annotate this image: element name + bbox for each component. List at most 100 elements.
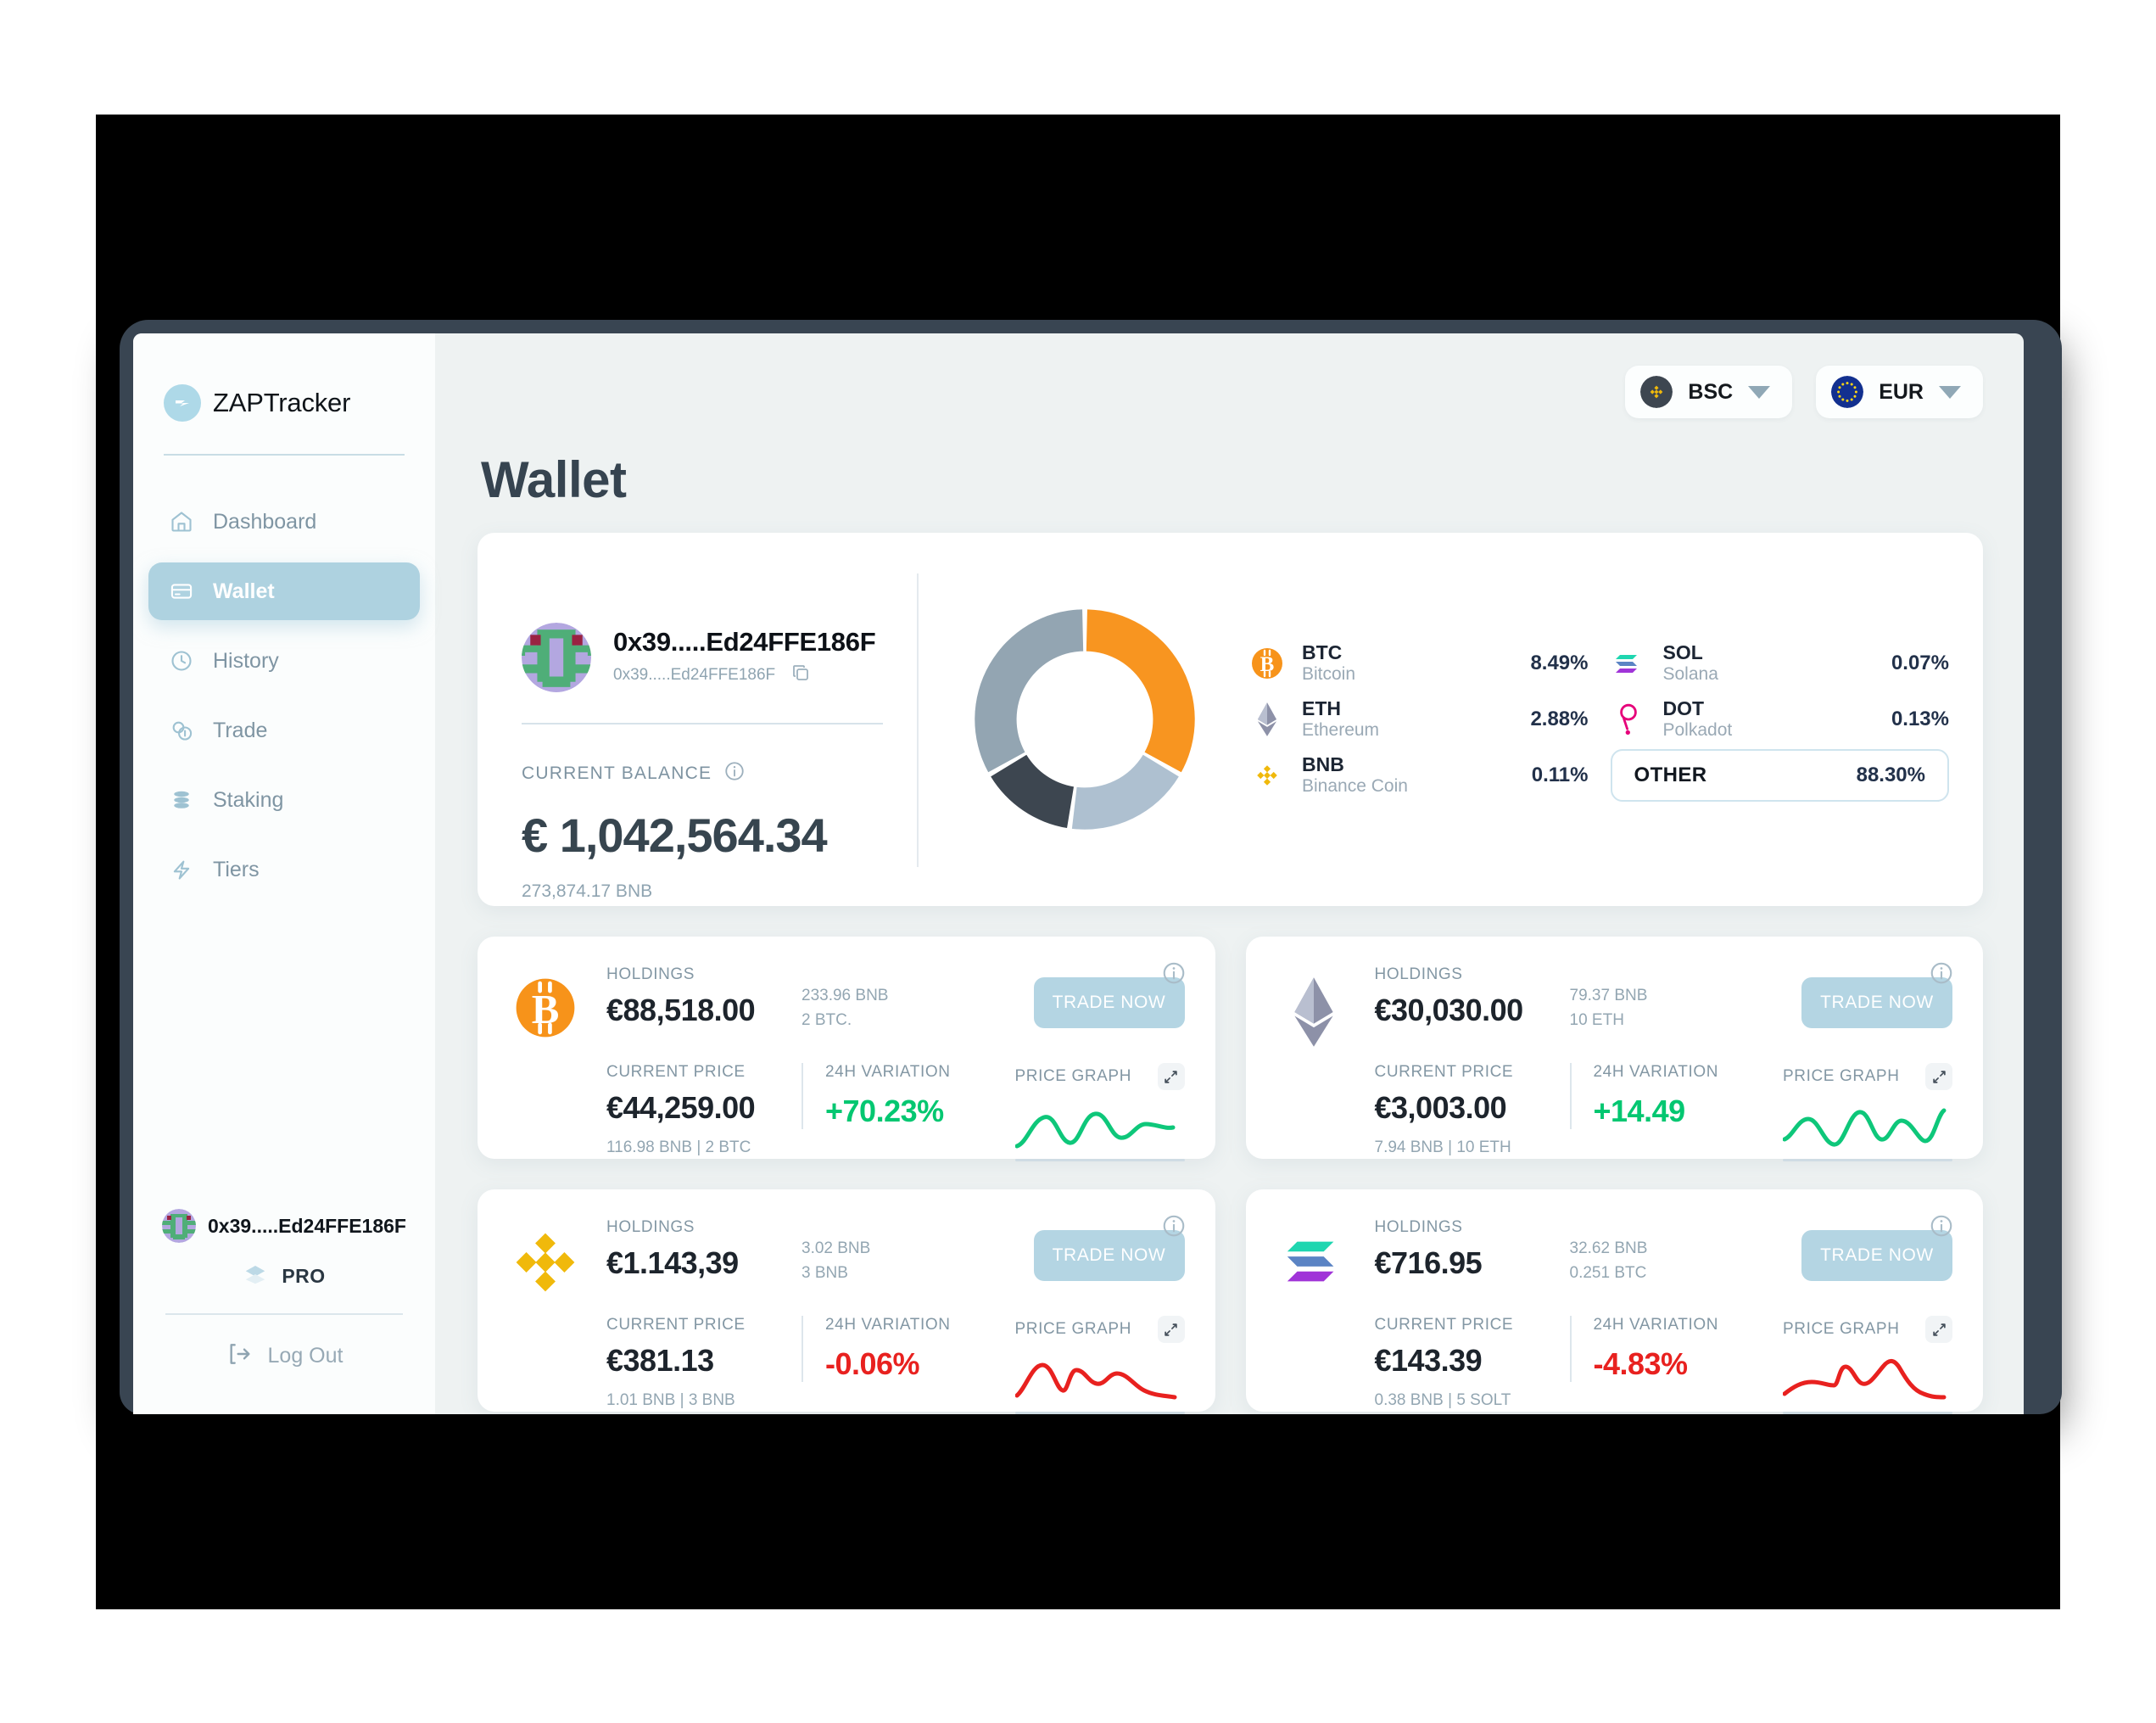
info-circle-icon[interactable] xyxy=(1161,1213,1187,1243)
price-graph-block: PRICE GRAPH xyxy=(1782,1316,1952,1414)
solana-icon xyxy=(1611,646,1646,681)
sparkline-chart xyxy=(1014,1111,1175,1149)
brand: ZAPTracker xyxy=(133,333,435,428)
asset-card-sol[interactable]: HOLDINGS €716.95 32.62 BNB 0.251 BTC TRA… xyxy=(1245,1189,1983,1414)
info-circle-icon[interactable] xyxy=(1929,960,1954,990)
sidebar-item-history[interactable]: History xyxy=(148,632,420,690)
sidebar-item-label: Wallet xyxy=(213,579,275,603)
expand-arrows-icon[interactable] xyxy=(1157,1063,1185,1090)
other-percent: 88.30% xyxy=(1856,764,1925,786)
brand-name: ZAPTracker xyxy=(213,388,351,417)
svg-text:B: B xyxy=(532,986,560,1032)
donut-slice[interactable] xyxy=(991,754,1075,829)
topbar: BSC EUR xyxy=(478,333,1983,418)
holdings-unit-secondary: 3 BNB xyxy=(802,1263,848,1282)
asset-card-bnb[interactable]: HOLDINGS €1.143,39 3.02 BNB 3 BNB TRADE … xyxy=(478,1189,1215,1414)
polkadot-icon xyxy=(1611,702,1646,737)
price-graph-header: PRICE GRAPH xyxy=(1783,1316,1952,1343)
asset-card-eth[interactable]: HOLDINGS €30,030.00 79.37 BNB 10 ETH TRA… xyxy=(1245,937,1983,1161)
holdings-unit-primary: 32.62 BNB xyxy=(1569,1239,1648,1257)
price-value: €143.39 xyxy=(1374,1343,1483,1378)
holdings-block: HOLDINGS €1.143,39 xyxy=(606,1218,802,1281)
variation-block: 24H VARIATION +14.49 xyxy=(1569,1063,1731,1129)
screenshot-stage: ZAPTracker Dashboard Wallet History Trad… xyxy=(0,0,2156,1723)
legend-item-other[interactable]: OTHER 88.30% xyxy=(1610,749,1949,802)
legend-text: BTC Bitcoin xyxy=(1302,641,1429,686)
currency-selector[interactable]: EUR xyxy=(1816,366,1983,418)
asset-body: HOLDINGS €30,030.00 79.37 BNB 10 ETH TRA… xyxy=(1349,965,1952,1161)
legend-name: Bitcoin xyxy=(1302,664,1356,685)
sidebar-item-wallet[interactable]: Wallet xyxy=(148,562,420,620)
sparkline-baseline xyxy=(1014,1412,1185,1414)
legend-item-bnb[interactable]: BNB Binance Coin 0.11% xyxy=(1249,753,1589,798)
price-subvalue: 7.94 BNB | 10 ETH xyxy=(1374,1138,1511,1156)
eu-flag-icon xyxy=(1831,376,1864,408)
asset-card-btc[interactable]: B HOLDINGS €88,518.00 233.96 BNB 2 BTC. … xyxy=(478,937,1215,1161)
sidebar-item-dashboard[interactable]: Dashboard xyxy=(148,493,420,551)
legend-percent: 2.88% xyxy=(1530,708,1589,730)
network-selector[interactable]: BSC xyxy=(1625,366,1793,418)
price-value: €3,003.00 xyxy=(1374,1090,1507,1125)
price-label: CURRENT PRICE xyxy=(606,1063,746,1081)
identicon-avatar xyxy=(162,1209,197,1243)
price-graph-header: PRICE GRAPH xyxy=(1015,1316,1185,1343)
expand-arrows-icon[interactable] xyxy=(1157,1316,1185,1343)
legend-text: DOT Polkadot xyxy=(1663,697,1790,742)
price-value: €44,259.00 xyxy=(606,1090,756,1125)
variation-label: 24H VARIATION xyxy=(825,1063,951,1081)
asset-body: HOLDINGS €88,518.00 233.96 BNB 2 BTC. TR… xyxy=(581,965,1185,1161)
binance-icon xyxy=(1249,758,1285,793)
price-graph-label: PRICE GRAPH xyxy=(1783,1320,1900,1338)
sparkline-chart xyxy=(1782,1359,1947,1400)
currency-value: EUR xyxy=(1879,379,1924,404)
legend-symbol: BTC xyxy=(1302,641,1343,663)
legend-item-eth[interactable]: ETH Ethereum 2.88% xyxy=(1249,697,1589,742)
donut-slice[interactable] xyxy=(1086,609,1195,773)
price-graph-block: PRICE GRAPH xyxy=(1014,1063,1185,1161)
holdings-value: €30,030.00 xyxy=(1374,993,1524,1027)
price-label: CURRENT PRICE xyxy=(1374,1063,1514,1081)
wallet-card-icon xyxy=(169,579,194,604)
copy-icon[interactable] xyxy=(790,663,811,688)
bitcoin-icon: B xyxy=(1249,646,1285,681)
info-circle-icon[interactable] xyxy=(1161,960,1187,990)
other-label: OTHER xyxy=(1634,764,1707,786)
balance-value: € 1,042,564.34 xyxy=(522,808,828,862)
asset-bottom-row: CURRENT PRICE €381.13 1.01 BNB | 3 BNB 2… xyxy=(606,1316,1185,1414)
price-block: CURRENT PRICE €381.13 1.01 BNB | 3 BNB xyxy=(606,1316,802,1413)
wallet-overview-card: 0x39.....Ed24FFE186F 0x39.....Ed24FFE186… xyxy=(478,533,1983,906)
price-label: CURRENT PRICE xyxy=(606,1316,746,1334)
legend-symbol: DOT xyxy=(1662,696,1705,719)
sidebar-item-staking[interactable]: Staking xyxy=(148,771,420,829)
chevron-down-icon[interactable] xyxy=(1939,385,1961,399)
expand-arrows-icon[interactable] xyxy=(1925,1316,1952,1343)
donut-slice[interactable] xyxy=(975,609,1084,773)
variation-block: 24H VARIATION -4.83% xyxy=(1569,1316,1731,1382)
legend-name: Polkadot xyxy=(1662,720,1733,741)
legend-item-sol[interactable]: SOL Solana 0.07% xyxy=(1611,641,1949,686)
sparkline-baseline xyxy=(1014,1159,1185,1161)
legend-symbol: SOL xyxy=(1662,641,1703,663)
logout-button[interactable]: Log Out xyxy=(157,1340,411,1414)
sidebar-user-block: 0x39.....Ed24FFE186F PRO Log Out xyxy=(133,1209,435,1414)
expand-arrows-icon[interactable] xyxy=(1925,1063,1952,1090)
variation-block: 24H VARIATION +70.23% xyxy=(802,1063,963,1129)
sidebar-nav: Dashboard Wallet History Trade Staking T… xyxy=(133,493,435,910)
chevron-down-icon[interactable] xyxy=(1748,385,1771,399)
holdings-units: 32.62 BNB 0.251 BTC xyxy=(1570,1218,1731,1285)
layers-icon xyxy=(243,1261,268,1291)
info-circle-icon[interactable] xyxy=(723,760,746,787)
legend-percent: 0.07% xyxy=(1891,652,1949,674)
sidebar-item-tiers[interactable]: Tiers xyxy=(148,841,420,898)
info-circle-icon[interactable] xyxy=(1929,1213,1954,1243)
legend-item-btc[interactable]: B BTC Bitcoin 8.49% xyxy=(1249,641,1589,686)
sidebar-tier-row[interactable]: PRO xyxy=(157,1261,411,1291)
donut-slice[interactable] xyxy=(1071,754,1179,830)
sidebar-item-trade[interactable]: Trade xyxy=(148,702,420,759)
price-graph-header: PRICE GRAPH xyxy=(1015,1063,1185,1090)
sparkline-chart xyxy=(1014,1362,1176,1400)
legend-item-dot[interactable]: DOT Polkadot 0.13% xyxy=(1611,697,1949,742)
sidebar-user-row[interactable]: 0x39.....Ed24FFE186F xyxy=(157,1209,411,1243)
logout-label: Log Out xyxy=(267,1344,344,1368)
variation-value: +14.49 xyxy=(1593,1094,1686,1128)
